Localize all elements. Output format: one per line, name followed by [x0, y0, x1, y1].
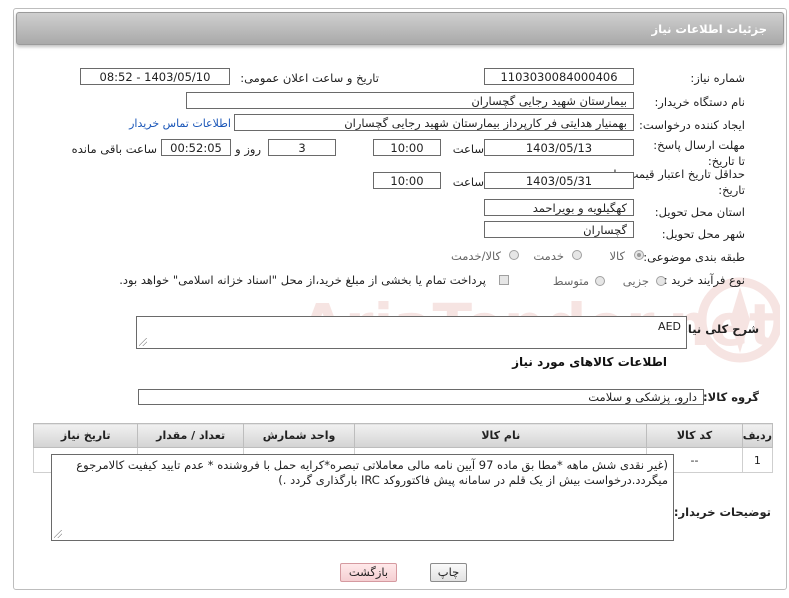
col-quantity: تعداد / مقدار: [137, 423, 244, 448]
buyer-notes-label: توضیحات خریدار:: [673, 505, 771, 519]
print-button[interactable]: چاپ: [430, 563, 467, 582]
buyer-notes-value: (غیر نقدی شش ماهه *مطا بق ماده 97 آیین ن…: [76, 458, 668, 487]
col-goods-name: نام کالا: [354, 423, 648, 448]
price-validity-time-label: ساعت: [452, 175, 484, 189]
option-goods-label: کالا: [609, 249, 625, 263]
delivery-province-label: استان محل تحویل:: [654, 205, 745, 219]
delivery-city-label: شهر محل تحویل:: [661, 227, 745, 241]
subject-category-label: طبقه بندی موضوعی:: [643, 250, 745, 264]
buyer-org-value: بیمارستان شهید رجایی گچساران: [186, 92, 634, 109]
radio-goods-service[interactable]: [509, 250, 519, 260]
delivery-province-value: کهگیلویه و بویراحمد: [484, 199, 634, 216]
reply-deadline-time-label: ساعت: [452, 142, 484, 156]
cell-row-number: 1: [741, 447, 774, 473]
delivery-city-value: گچساران: [484, 221, 634, 238]
treasury-checkbox[interactable]: [499, 275, 509, 285]
goods-group-label: گروه کالا:: [703, 390, 759, 404]
col-unit: واحد شمارش: [242, 423, 356, 448]
goods-table-header: ردیف کد کالا نام کالا واحد شمارش تعداد /…: [32, 423, 774, 448]
radio-service[interactable]: [572, 250, 582, 260]
option-minor-label: جزیی: [622, 274, 649, 288]
remaining-time-label: ساعت باقی مانده: [71, 142, 157, 156]
requester-label: ایجاد کننده درخواست:: [639, 118, 745, 132]
radio-minor[interactable]: [656, 276, 666, 286]
option-service-label: خدمت: [533, 249, 564, 263]
col-need-date: تاریخ نیاز: [32, 423, 139, 448]
page-title: جزئیات اطلاعات نیاز: [651, 22, 767, 36]
need-description-value: AED: [658, 320, 681, 333]
col-row-number: ردیف: [741, 423, 774, 448]
resize-grip-icon[interactable]: [54, 530, 62, 538]
need-description-label: شرح کلی نیاز:: [676, 322, 759, 336]
reply-deadline-label: مهلت ارسال پاسخ: تا تاریخ:: [653, 138, 745, 168]
remaining-time-value: 00:52:05: [161, 139, 231, 156]
need-number-label: شماره نیاز:: [690, 71, 745, 85]
payment-note: پرداخت تمام یا بخشی از مبلغ خرید،از محل …: [119, 273, 486, 287]
buyer-org-label: نام دستگاه خریدار:: [654, 95, 745, 109]
option-goods-service-label: کالا/خدمت: [450, 249, 501, 263]
reply-deadline-time: 10:00: [373, 139, 441, 156]
requester-value: بهمنیار هدایتی فر کارپرداز بیمارستان شهی…: [234, 114, 634, 131]
goods-group-value: دارو، پزشکی و سلامت: [138, 389, 704, 405]
goods-section-title: اطلاعات کالاهای مورد نیاز: [512, 355, 667, 369]
need-number-value: 1103030084000406: [484, 68, 634, 85]
buyer-notes-box: (غیر نقدی شش ماهه *مطا بق ماده 97 آیین ن…: [51, 454, 674, 541]
radio-medium[interactable]: [595, 276, 605, 286]
buyer-contact-link[interactable]: اطلاعات تماس خریدار: [129, 117, 231, 130]
radio-goods[interactable]: [634, 250, 644, 260]
price-validity-date: 1403/05/31: [484, 172, 634, 189]
announce-datetime-value: 1403/05/10 - 08:52: [80, 68, 230, 85]
reply-days-value: 3: [268, 139, 336, 156]
col-goods-code: کد کالا: [646, 423, 743, 448]
announce-datetime-label: تاریخ و ساعت اعلان عمومی:: [240, 71, 379, 85]
reply-deadline-date: 1403/05/13: [484, 139, 634, 156]
resize-grip-icon[interactable]: [139, 338, 147, 346]
price-validity-time: 10:00: [373, 172, 441, 189]
reply-days-label: روز و: [235, 142, 261, 156]
need-description-box: AED: [136, 316, 687, 349]
option-medium-label: متوسط: [552, 274, 589, 288]
back-button[interactable]: بازگشت: [340, 563, 397, 582]
purchase-process-label: نوع فرآیند خرید :: [663, 273, 745, 287]
